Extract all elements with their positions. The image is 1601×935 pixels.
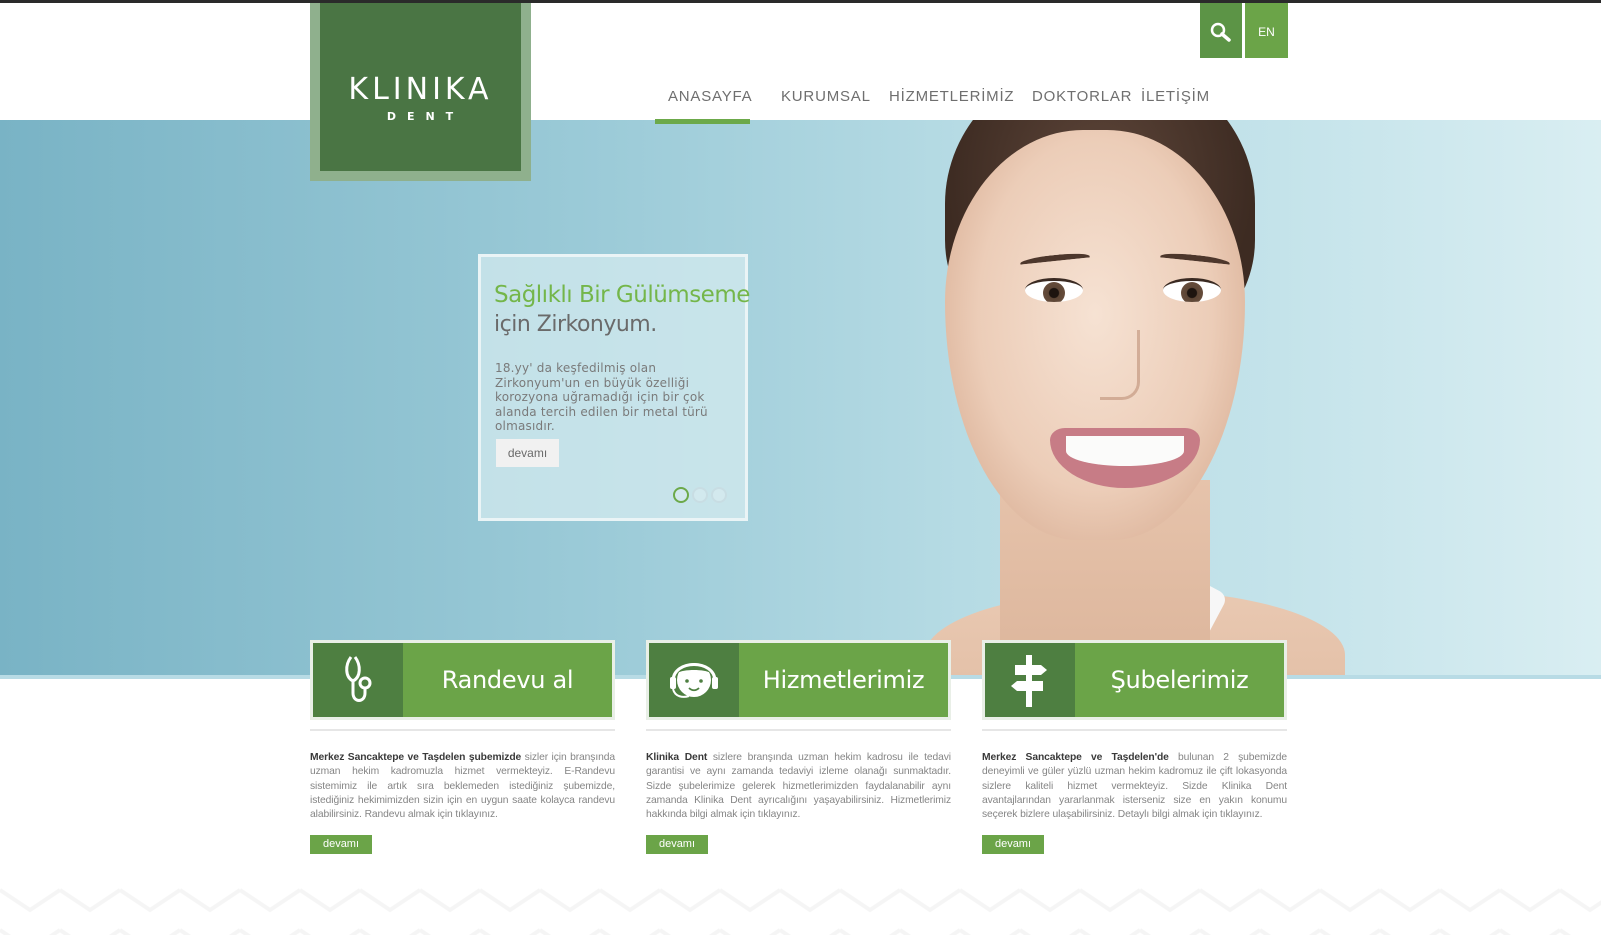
feature-hizmetler-button[interactable]: Hizmetlerimiz [646,640,951,720]
feature-hizmetler-more-button[interactable]: devamı [646,835,708,854]
nav-doktorlar[interactable]: DOKTORLAR [1032,88,1132,105]
feature-randevu-button[interactable]: Randevu al [310,640,615,720]
slide-dot-1[interactable] [673,487,689,503]
logo-wordmark[interactable]: KLINIKA [320,72,521,107]
feature-randevu-title[interactable]: Randevu al [403,643,612,717]
language-button[interactable]: EN [1245,3,1288,58]
top-border [0,0,1601,3]
nav-anasayfa[interactable]: ANASAYFA [668,88,752,105]
stethoscope-icon [345,656,372,702]
feature-subeler-lead: Merkez Sancaktepe ve Taşdelen'de [982,752,1169,763]
feature-subeler-more-button[interactable]: devamı [982,835,1044,854]
feature-hizmetler-text: Klinika Dent sizlere branşında uzman hek… [646,751,951,822]
search-icon [1210,22,1231,42]
nav-hizmetlerimiz[interactable]: HİZMETLERİMİZ [889,88,1014,105]
hero-slider [0,120,1601,678]
slide-dot-3[interactable] [711,487,727,503]
feature-divider [982,729,1287,731]
feature-randevu-lead: Merkez Sancaktepe ve Taşdelen şubemizde [310,752,522,763]
footer-pattern [0,880,1601,935]
feature-divider [646,729,951,731]
feature-randevu-text: Merkez Sancaktepe ve Taşdelen şubemizde … [310,751,615,822]
search-button[interactable] [1200,3,1242,58]
feature-divider [310,729,615,731]
nav-iletisim[interactable]: İLETİŞİM [1141,88,1210,105]
feature-hizmetler-lead: Klinika Dent [646,752,708,763]
hero-portrait-image [905,120,1345,678]
slide-dot-2[interactable] [692,487,708,503]
nav-kurumsal[interactable]: KURUMSAL [781,88,871,105]
slide-title: için Zirkonyum. [494,312,657,337]
feature-subeler-text: Merkez Sancaktepe ve Taşdelen'de bulunan… [982,751,1287,822]
signpost-icon [1011,655,1047,707]
nav-active-indicator [655,119,750,124]
slide-title-highlight: Sağlıklı Bir Gülümseme [494,282,750,308]
slide-text: 18.yy' da keşfedilmiş olan Zirkonyum'un … [495,361,708,433]
slide-more-button[interactable]: devamı [496,439,559,467]
feature-subeler-title[interactable]: Şubelerimiz [1075,643,1284,717]
feature-hizmetler-title[interactable]: Hizmetlerimiz [739,643,948,717]
headset-icon [670,663,718,698]
logo-subtitle[interactable]: DENT [320,110,521,123]
feature-randevu-more-button[interactable]: devamı [310,835,372,854]
feature-subeler-button[interactable]: Şubelerimiz [982,640,1287,720]
